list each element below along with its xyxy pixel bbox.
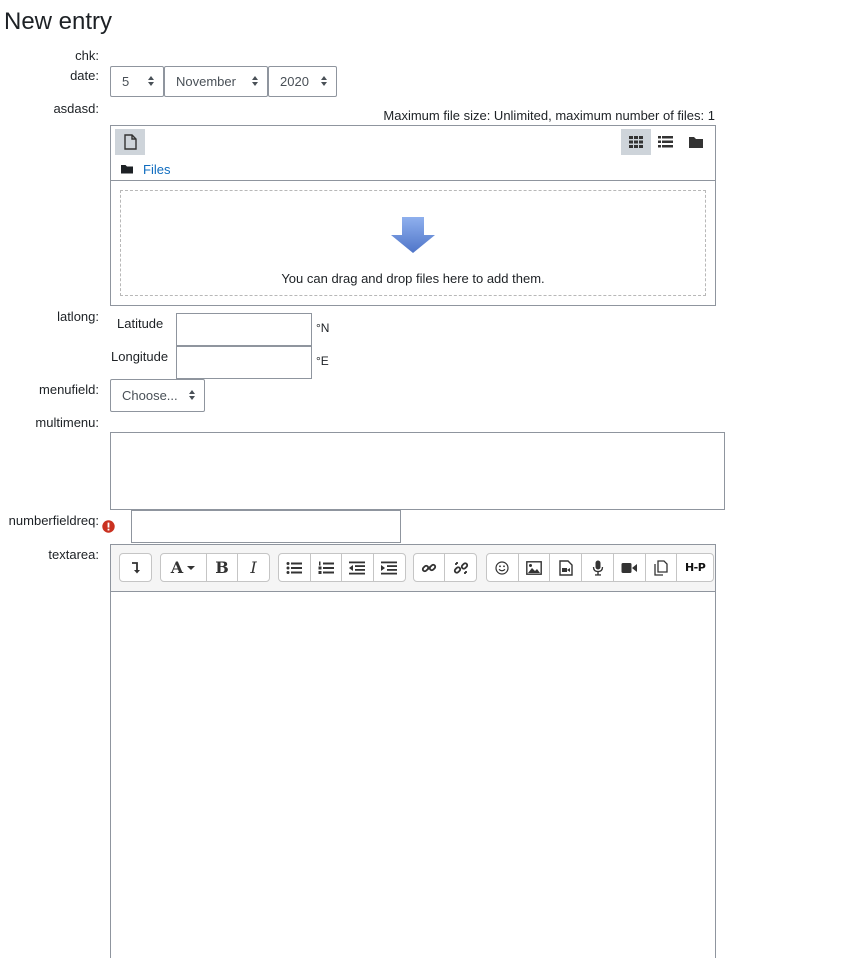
select-caret-icon	[252, 75, 258, 87]
folder-icon	[120, 162, 134, 181]
filemanager-divider	[111, 180, 715, 181]
select-caret-icon	[321, 75, 327, 87]
new-file-icon	[124, 134, 137, 150]
folder-view-icon	[689, 137, 703, 148]
link-button[interactable]	[414, 554, 446, 581]
ordered-list-icon	[318, 561, 334, 574]
longitude-label: Longitude	[111, 349, 169, 364]
chk-label: chk:	[75, 48, 99, 63]
italic-icon: I	[250, 558, 257, 577]
image-icon	[526, 560, 542, 575]
required-icon	[102, 520, 115, 538]
unordered-list-icon	[286, 561, 303, 574]
unlink-icon	[453, 561, 468, 574]
latitude-label: Latitude	[117, 316, 164, 331]
media-button[interactable]	[550, 554, 583, 581]
outdent-icon	[349, 561, 366, 574]
record-video-button[interactable]	[614, 554, 646, 581]
month-select[interactable]: November	[164, 66, 268, 97]
manage-files-icon	[654, 559, 668, 576]
h5p-button[interactable]: H-P	[677, 554, 713, 581]
grid-view-icon	[629, 136, 643, 148]
toolbar-group-media: H-P	[486, 553, 714, 582]
emoticon-icon	[495, 560, 509, 575]
date-label: date:	[70, 68, 99, 83]
image-button[interactable]	[519, 554, 551, 581]
year-select[interactable]: 2020	[268, 66, 337, 97]
indent-icon	[381, 561, 398, 574]
ordered-list-button[interactable]	[311, 554, 342, 581]
asdasd-label: asdasd:	[53, 101, 99, 116]
emoticon-button[interactable]	[487, 554, 519, 581]
add-file-button[interactable]	[115, 129, 145, 155]
tree-view-button[interactable]	[682, 129, 710, 155]
textarea-label: textarea:	[48, 547, 99, 562]
outdent-button[interactable]	[342, 554, 374, 581]
record-video-icon	[621, 562, 638, 573]
numberfieldreq-label: numberfieldreq:	[8, 513, 99, 528]
grid-view-button[interactable]	[621, 129, 651, 155]
toolbar-group-links	[413, 553, 477, 582]
font-style-icon: A	[170, 558, 184, 577]
latlong-label: latlong:	[57, 309, 99, 324]
drop-arrow-icon	[390, 216, 436, 259]
h5p-icon: H-P	[684, 561, 706, 574]
day-value: 5	[122, 74, 130, 89]
list-view-icon	[658, 136, 673, 148]
multimenu-select[interactable]	[110, 432, 725, 510]
toolbar-group-style: A B I	[160, 553, 270, 582]
list-view-button[interactable]	[652, 129, 680, 155]
page-title: New entry	[4, 8, 113, 35]
indent-button[interactable]	[374, 554, 405, 581]
north-unit: °N	[316, 321, 330, 335]
collapse-icon	[131, 561, 140, 573]
menufield-value: Choose...	[122, 388, 178, 403]
day-select[interactable]: 5	[110, 66, 164, 97]
file-limits: Maximum file size: Unlimited, maximum nu…	[383, 108, 715, 123]
record-audio-icon	[592, 560, 603, 576]
bold-button[interactable]: B	[207, 554, 238, 581]
east-unit: °E	[316, 354, 329, 368]
media-icon	[559, 559, 573, 576]
multimenu-label: multimenu:	[35, 415, 99, 430]
menufield-select[interactable]: Choose...	[110, 379, 205, 412]
toolbar-group-lists	[278, 553, 406, 582]
dropzone-text: You can drag and drop files here to add …	[281, 271, 545, 286]
toolbar-group-collapse	[119, 553, 152, 582]
files-folder-link[interactable]: Files	[143, 162, 170, 177]
unordered-list-button[interactable]	[279, 554, 311, 581]
select-caret-icon	[189, 389, 195, 401]
bold-icon: B	[215, 558, 229, 577]
numberfieldreq-input[interactable]	[131, 510, 401, 543]
italic-button[interactable]: I	[238, 554, 269, 581]
record-audio-button[interactable]	[582, 554, 614, 581]
editor-content[interactable]	[111, 592, 715, 958]
link-icon	[421, 563, 437, 572]
select-caret-icon	[148, 75, 154, 87]
menufield-label: menufield:	[39, 382, 99, 397]
unlink-button[interactable]	[445, 554, 476, 581]
collapse-button[interactable]	[120, 554, 151, 581]
year-value: 2020	[280, 74, 309, 89]
manage-files-button[interactable]	[646, 554, 678, 581]
font-style-button[interactable]: A	[161, 554, 207, 581]
latitude-input[interactable]	[176, 313, 312, 346]
month-value: November	[176, 74, 236, 89]
longitude-input[interactable]	[176, 346, 312, 379]
